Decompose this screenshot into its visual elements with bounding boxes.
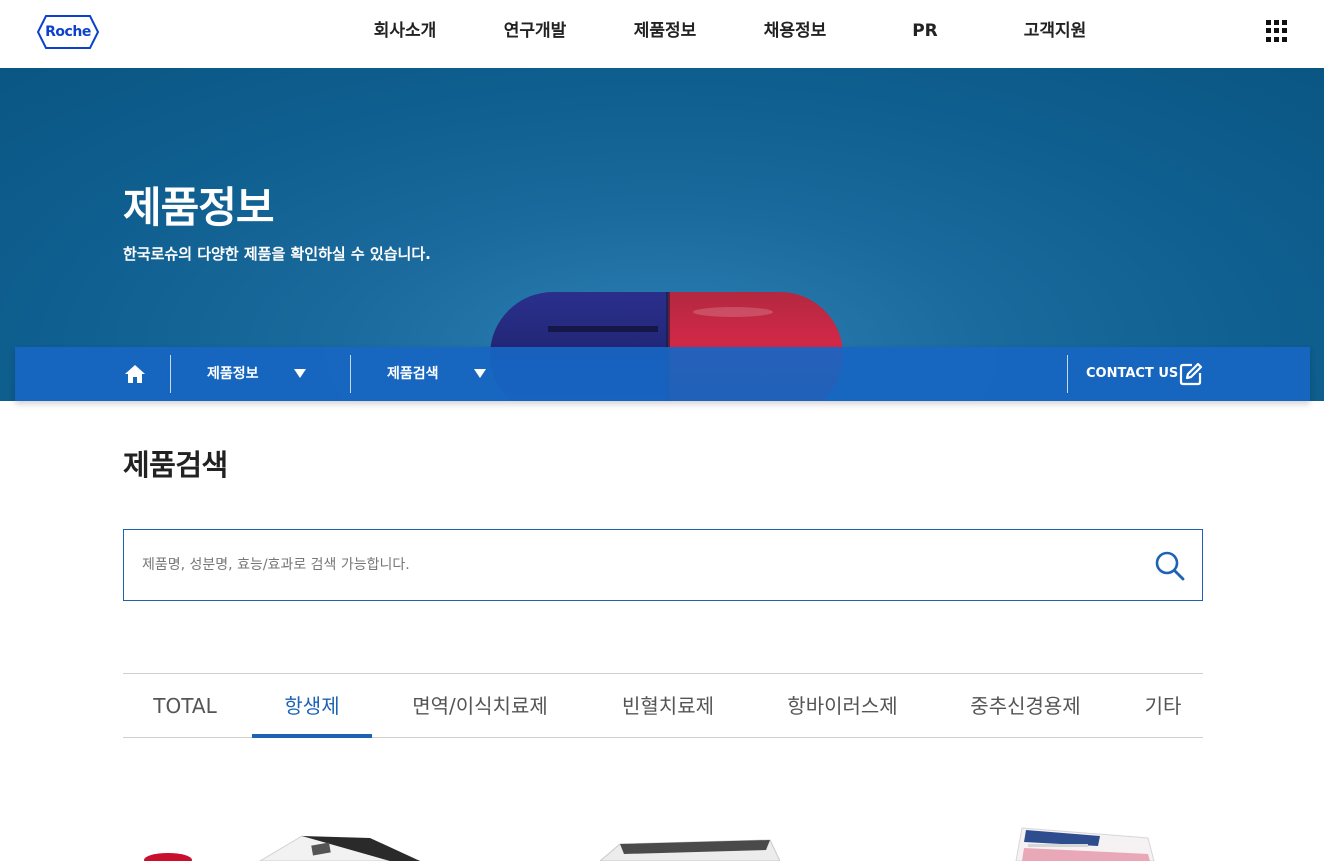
category-tabs: TOTAL 항생제 면역/이식치료제 빈혈치료제 항바이러스제 중추신경용제 기… (123, 673, 1203, 738)
product-image[interactable] (1008, 824, 1168, 861)
nav-item-products[interactable]: 제품정보 (600, 0, 730, 62)
tab-etc[interactable]: 기타 (1133, 674, 1193, 738)
search-box (123, 529, 1203, 601)
divider (1067, 355, 1068, 393)
chevron-down-icon (474, 369, 486, 378)
sub-navigation: 제품정보 제품검색 CONTACT US (15, 347, 1310, 401)
tab-antiviral[interactable]: 항바이러스제 (765, 674, 920, 738)
tab-anemia[interactable]: 빈혈치료제 (601, 674, 735, 738)
global-nav: 회사소개 연구개발 제품정보 채용정보 PR 고객지원 (340, 0, 1120, 62)
product-image[interactable] (600, 838, 780, 861)
chevron-down-icon (294, 369, 306, 378)
dropdown-search-label: 제품검색 (387, 366, 439, 382)
hero-title: 제품정보 (123, 183, 275, 232)
home-icon[interactable] (123, 362, 147, 386)
search-icon[interactable] (1154, 550, 1186, 582)
tab-total[interactable]: TOTAL (123, 674, 247, 738)
grid-menu-icon[interactable] (1266, 20, 1288, 42)
search-input[interactable] (142, 530, 1132, 600)
page-title: 제품검색 (123, 448, 228, 482)
nav-item-company[interactable]: 회사소개 (340, 0, 470, 62)
nav-item-research[interactable]: 연구개발 (470, 0, 600, 62)
divider (350, 355, 351, 393)
pencil-icon[interactable] (1179, 362, 1203, 386)
product-image[interactable] (140, 826, 420, 861)
tab-cns[interactable]: 중추신경용제 (948, 674, 1103, 738)
roche-logo[interactable]: Roche (36, 14, 100, 50)
tab-antibiotics[interactable]: 항생제 (252, 674, 372, 738)
hero-subtitle: 한국로슈의 다양한 제품을 확인하실 수 있습니다. (123, 245, 431, 263)
contact-us-link[interactable]: CONTACT US (1086, 347, 1178, 401)
divider (170, 355, 171, 393)
dropdown-products[interactable]: 제품정보 (207, 347, 327, 401)
dropdown-search[interactable]: 제품검색 (387, 347, 507, 401)
dropdown-products-label: 제품정보 (207, 366, 259, 382)
active-tab-indicator (252, 734, 372, 738)
site-header: Roche 회사소개 연구개발 제품정보 채용정보 PR 고객지원 (0, 0, 1324, 68)
nav-item-support[interactable]: 고객지원 (990, 0, 1120, 62)
logo-text: Roche (45, 24, 91, 40)
nav-item-careers[interactable]: 채용정보 (730, 0, 860, 62)
nav-item-pr[interactable]: PR (860, 0, 990, 62)
tab-immuno[interactable]: 면역/이식치료제 (391, 674, 569, 738)
